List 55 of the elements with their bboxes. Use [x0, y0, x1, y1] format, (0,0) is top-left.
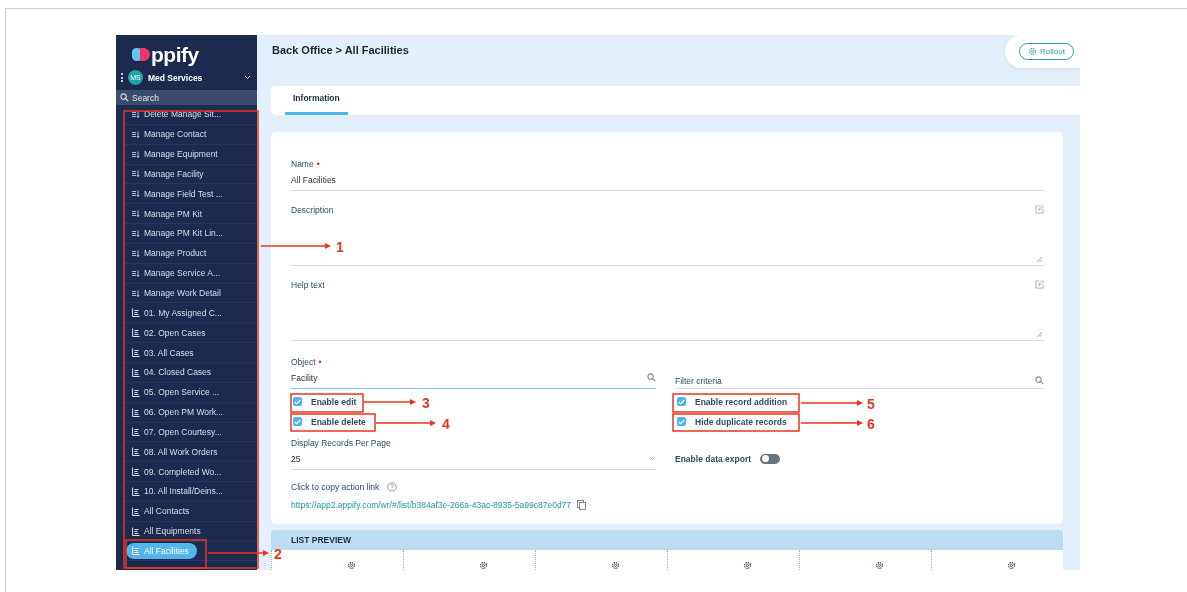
sidebar-item[interactable]: 04. Closed Cases: [132, 365, 212, 380]
sidebar-item[interactable]: Manage Contact: [132, 127, 207, 142]
field-label: Description: [291, 204, 334, 215]
field-value: Facility: [291, 372, 318, 385]
workspace-name: Med Services: [148, 72, 204, 83]
sidebar-item[interactable]: 07. Open Courtesy...: [132, 424, 222, 439]
required-mark: •: [316, 158, 320, 169]
callout-number: 4: [442, 416, 450, 432]
sidebar-item[interactable]: 05. Open Service ...: [132, 385, 220, 400]
sidebar-item[interactable]: 03. All Cases: [132, 345, 194, 360]
sidebar-item[interactable]: Manage Facility: [132, 166, 204, 181]
required-mark: •: [318, 356, 322, 367]
checkbox-label: Enable edit: [311, 396, 357, 407]
logo-text: ppify: [151, 43, 199, 65]
field-placeholder: Filter criteria: [675, 375, 722, 386]
field-label: Display Records Per Page: [291, 437, 391, 448]
search-placeholder: Search: [132, 92, 159, 103]
callout-number: 5: [867, 396, 875, 412]
action-link[interactable]: https://app2.appify.com/wr/#/list/b384af3e-266a-43ac-8935-5a99c87e0d77: [291, 499, 572, 510]
field-label: Help text: [291, 279, 325, 290]
field-value: 25: [291, 453, 301, 466]
toggle-label: Enable data export: [675, 453, 752, 464]
sidebar-item[interactable]: 02. Open Cases: [132, 325, 206, 340]
tab[interactable]: Information: [285, 92, 348, 115]
sidebar-item[interactable]: Manage Field Test ...: [132, 186, 223, 201]
field-label: Name: [291, 158, 314, 169]
sidebar-item[interactable]: Manage Service A...: [132, 266, 221, 281]
name-field[interactable]: Name • All Facilities: [291, 158, 1044, 191]
sidebar-item[interactable]: All Contacts: [132, 504, 190, 519]
sidebar-item[interactable]: Manage Product: [132, 246, 207, 261]
search-field[interactable]: Search: [116, 90, 257, 105]
sidebar-item[interactable]: Manage Equipment: [132, 147, 218, 162]
sidebar-item[interactable]: 08. All Work Orders: [132, 444, 218, 459]
sidebar-item[interactable]: Manage PM Kit Lin...: [132, 226, 223, 241]
checkbox-label: Enable record addition: [695, 396, 788, 407]
sidebar-item[interactable]: Manage PM Kit: [132, 206, 203, 221]
callout-number: 6: [867, 416, 875, 432]
checkbox-label: Enable delete: [311, 416, 366, 427]
sidebar-item[interactable]: 09. Completed Wo...: [132, 464, 222, 479]
sidebar-item[interactable]: Delete Manage Sit...: [132, 107, 221, 122]
breadcrumb: Back Office > All Facilities: [272, 44, 409, 56]
records-per-page-select[interactable]: 25: [291, 447, 656, 470]
sidebar-item[interactable]: All Equipments: [132, 524, 201, 539]
callout-number: 3: [422, 395, 430, 411]
sidebar-item[interactable]: 01. My Assigned C...: [132, 305, 222, 320]
sidebar-item[interactable]: Manage Work Detail: [132, 286, 221, 300]
field-label: Object: [291, 356, 316, 367]
filter-criteria-field[interactable]: Filter criteria: [675, 375, 1044, 389]
sidebar-item[interactable]: 10. All Install/Deins...: [132, 484, 223, 499]
object-field[interactable]: Facility: [291, 366, 656, 389]
callout-number: 1: [336, 239, 344, 255]
field-label: Click to copy action link: [291, 481, 380, 492]
field-value: All Facilities: [291, 174, 337, 187]
sidebar-item[interactable]: 06. Open PM Work...: [132, 405, 224, 420]
checkbox-label: Hide duplicate records: [695, 416, 787, 427]
